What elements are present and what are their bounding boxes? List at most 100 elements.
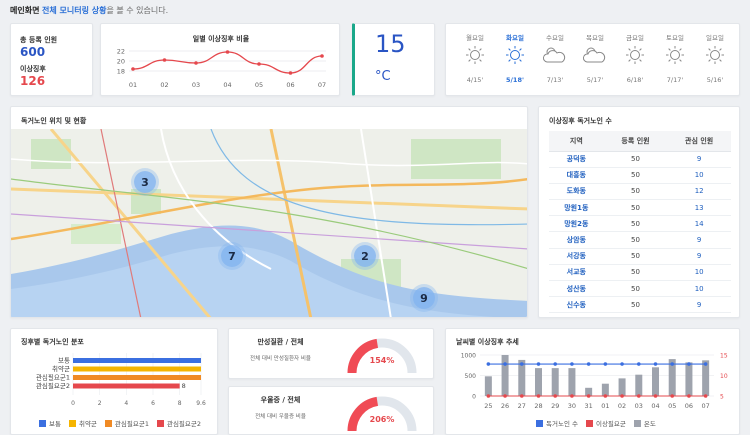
region-cell: 서강동 (549, 248, 604, 265)
table-row[interactable]: 서강동 50 9 (549, 248, 731, 265)
region-cell: 망원2동 (549, 215, 604, 233)
table-row[interactable]: 도화동 50 12 (549, 183, 731, 201)
trend-red-point (570, 394, 574, 398)
trend-blue-point (570, 362, 574, 366)
trend-red-point (670, 394, 675, 398)
distribution-card: 징후별 독거노인 분포 0 2 4 6 8 9.6 보통 취약군 관심필요군1 관심필요군2 8 보… (10, 328, 218, 435)
table-row[interactable]: 망원1동 50 13 (549, 199, 731, 217)
interest-cell: 9 (667, 151, 731, 168)
legend-swatch (68, 420, 76, 427)
weather-day-label: 토요일 (666, 34, 684, 42)
depression-title: 우울증 / 전체 (260, 396, 301, 404)
x-tick-label: 06 (685, 402, 693, 410)
legend-item[interactable]: 관심필요군1 (104, 418, 149, 428)
trend-red-point (503, 394, 507, 398)
page-title: 메인화면 (10, 6, 40, 15)
trend-red-point (486, 394, 491, 398)
legend-label: 온도 (643, 420, 656, 428)
registered-cell: 50 (603, 296, 668, 314)
x-tick-label: 07 (702, 402, 710, 410)
legend-item[interactable]: 취약군 (68, 418, 97, 428)
weather-day-label: 목요일 (586, 34, 604, 42)
region-cell: 서교동 (549, 264, 604, 282)
total-label: 총 등록 인원 (20, 36, 58, 44)
daily-data-point (194, 61, 198, 65)
trend-red-point (653, 394, 658, 398)
table-row[interactable]: 대흥동 50 10 (549, 167, 731, 184)
map-cluster-marker[interactable]: 7 (221, 245, 243, 267)
legend-item[interactable]: 보통 (39, 418, 61, 428)
weather-day-temp: 7/17' (666, 76, 684, 84)
legend-item[interactable]: 관심필요군2 (156, 418, 202, 428)
x-tick-label: 01 (129, 81, 137, 89)
distribution-bar (73, 375, 201, 380)
registered-cell: 50 (603, 167, 668, 184)
legend-label: 관심필요군1 (114, 420, 149, 428)
map-cluster-marker[interactable]: 9 (413, 287, 435, 309)
legend-item[interactable]: 독거노인 수 (536, 418, 578, 428)
weather-day-label: 금요일 (626, 34, 644, 42)
legend-swatch (156, 420, 164, 427)
x-tick-label: 05 (668, 402, 676, 410)
table-row[interactable]: 망원2동 50 14 (549, 215, 731, 233)
bar-value-label: 8 (182, 382, 186, 390)
map-view[interactable] (11, 129, 528, 318)
trend-blue-point (687, 362, 691, 366)
map-cluster-marker[interactable]: 3 (134, 171, 156, 193)
table-row[interactable]: 성산동 50 10 (549, 280, 731, 298)
trend-red-point (620, 394, 624, 398)
legend-label: 관심필요군2 (166, 420, 202, 428)
daily-data-point (162, 58, 167, 62)
registered-cell: 50 (603, 215, 668, 233)
trend-bar (601, 383, 609, 396)
y-right-tick-label: 15 (720, 353, 728, 360)
table-header-cell[interactable]: 관심 인원 (667, 131, 731, 152)
x-tick-label: 03 (192, 81, 200, 89)
table-row[interactable]: 서교동 50 10 (549, 264, 731, 282)
trend-blue-point (486, 362, 491, 366)
legend-item[interactable]: 이상필요군 (585, 418, 626, 428)
category-label: 취약군 (52, 364, 70, 373)
depression-card: 우울증 / 전체 전체 대비 우울증 비율 206% (228, 386, 434, 435)
region-cell: 상암동 (549, 231, 604, 249)
legend-label: 보통 (49, 420, 61, 428)
legend-swatch (585, 420, 593, 427)
interest-cell: 13 (667, 199, 731, 217)
trend-blue-point (586, 362, 591, 366)
chronic-card: 만성질환 / 전체 전체 대비 만성질환자 비율 154% (228, 328, 434, 379)
table-row[interactable]: 상암동 50 9 (549, 231, 731, 249)
weather-day-label: 월요일 (466, 34, 484, 42)
x-tick-label: 01 (601, 402, 609, 410)
weather-day-label: 수요일 (546, 34, 564, 42)
map-cluster-marker[interactable]: 2 (354, 245, 376, 267)
trend-blue-point (553, 362, 558, 366)
weather-trend-card: 날씨별 이상징후 추세 1000 15 500 10 0 5 25 26 27 28 29 30 31 0… (445, 328, 740, 435)
anomaly-table: 지역 등록 인원 관심 인원 공덕동 50 9 대흥동 50 10 도화동 50 12 망원1동 50 1… (549, 131, 731, 314)
daily-chart-card: 일별 이상징후 비율 22 20 18 01 02 03 04 05 06 07 (100, 23, 340, 96)
daily-data-point (131, 67, 135, 71)
temperature-value: 15 (375, 30, 406, 58)
y-tick-label: 22 (117, 48, 125, 56)
y-left-tick-label: 500 (465, 373, 477, 380)
registered-cell: 50 (603, 248, 668, 265)
weather-day: 화요일 5/18' (495, 32, 535, 84)
weather-trend-legend: 독거노인 수 이상필요군 온도 (536, 418, 656, 428)
table-row[interactable]: 공덕동 50 9 (549, 151, 731, 168)
region-cell: 도화동 (549, 183, 604, 201)
interest-cell: 9 (667, 248, 731, 265)
interest-cell: 9 (667, 296, 731, 314)
x-tick-label: 07 (318, 81, 326, 89)
table-header-cell[interactable]: 등록 인원 (603, 131, 668, 152)
sun-icon (466, 46, 484, 64)
sun-icon (626, 46, 644, 64)
weather-day: 일요일 5/16' (695, 32, 735, 84)
trend-blue-point (536, 362, 541, 366)
table-header-cell[interactable]: 지역 (549, 131, 604, 152)
legend-item[interactable]: 온도 (633, 418, 656, 428)
category-label: 관심필요군1 (36, 373, 70, 382)
anomaly-table-card: 이상징후 독거노인 수 지역 등록 인원 관심 인원 공덕동 50 9 대흥동 50 10 도화… (538, 106, 740, 318)
registered-cell: 50 (603, 231, 668, 249)
table-row[interactable]: 신수동 50 9 (549, 296, 731, 314)
trend-red-point (687, 394, 691, 398)
x-tick-label: 04 (651, 402, 659, 410)
